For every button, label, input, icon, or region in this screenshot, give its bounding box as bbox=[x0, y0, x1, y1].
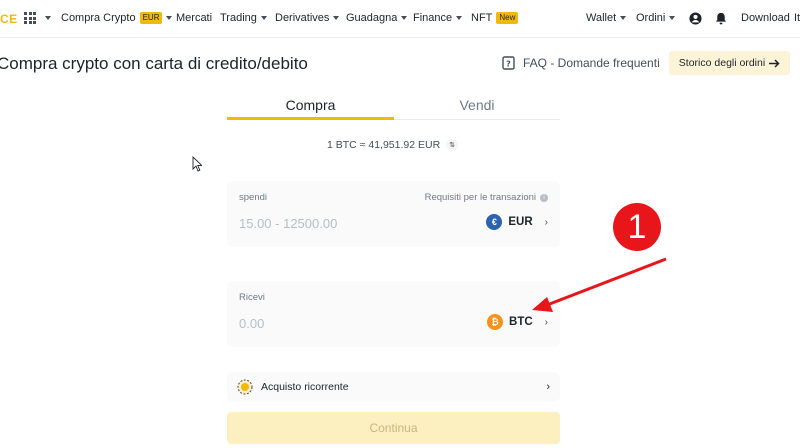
requirements-label: Requisiti per le transazioni bbox=[424, 192, 536, 203]
chevron-right-icon: › bbox=[544, 316, 548, 328]
receive-amount-input[interactable]: 0.00 bbox=[239, 316, 264, 331]
spend-currency-selector[interactable]: € EUR › bbox=[486, 214, 548, 230]
chevron-right-icon: › bbox=[546, 381, 550, 393]
receive-label: Ricevi bbox=[239, 292, 265, 303]
active-tab-indicator bbox=[227, 117, 394, 120]
exchange-rate-text: 1 BTC ≈ 41,951.92 EUR bbox=[327, 139, 441, 151]
wallet-menu[interactable]: Wallet bbox=[586, 12, 627, 24]
nav-item-label: Guadagna bbox=[346, 12, 398, 24]
recurring-purchase-row[interactable]: Acquisto ricorrente › bbox=[227, 372, 560, 402]
faq-link[interactable]: ? FAQ - Domande frequenti bbox=[502, 56, 660, 70]
tab-sell[interactable]: Vendi bbox=[394, 90, 560, 120]
chevron-down-icon bbox=[166, 16, 173, 20]
chevron-down-icon bbox=[45, 16, 51, 20]
nav-item-guadagna[interactable]: Guadagna bbox=[346, 12, 408, 24]
chevron-down-icon bbox=[260, 16, 267, 20]
language-label: It bbox=[794, 12, 800, 24]
bitcoin-coin-icon: ₿ bbox=[487, 314, 504, 330]
nav-item-mercati[interactable]: Mercati bbox=[176, 12, 212, 24]
continue-button[interactable]: Continua bbox=[227, 412, 560, 444]
user-profile-icon[interactable] bbox=[688, 11, 702, 25]
nav-item-derivatives[interactable]: Derivatives bbox=[275, 12, 340, 24]
download-label: Download bbox=[741, 12, 790, 24]
orders-label: Ordini bbox=[636, 12, 666, 24]
brand-logo[interactable]: CE bbox=[0, 12, 18, 26]
nav-item-label: Compra Crypto bbox=[61, 12, 136, 24]
mouse-cursor-icon bbox=[192, 156, 202, 172]
nav-item-label: Derivatives bbox=[275, 12, 330, 24]
page-title: Compra crypto con carta di credito/debit… bbox=[0, 54, 308, 73]
nav-item-label: NFT bbox=[471, 12, 493, 24]
arrow-right-icon bbox=[769, 58, 780, 68]
nav-item-finance[interactable]: Finance bbox=[413, 12, 463, 24]
receive-currency-code: BTC bbox=[509, 316, 533, 328]
bell-icon[interactable] bbox=[714, 11, 728, 25]
transaction-requirements-link[interactable]: Requisiti per le transazioni i bbox=[425, 192, 548, 203]
spend-currency-code: EUR bbox=[508, 216, 533, 228]
euro-coin-icon: € bbox=[486, 214, 503, 230]
chevron-down-icon bbox=[333, 16, 340, 20]
orders-menu[interactable]: Ordini bbox=[636, 12, 676, 24]
swap-rate-icon[interactable]: ⇅ bbox=[446, 139, 459, 151]
language-selector[interactable]: It bbox=[794, 12, 800, 24]
wallet-label: Wallet bbox=[586, 12, 617, 24]
nav-item-label: Finance bbox=[413, 12, 453, 24]
order-history-button[interactable]: Storico degli ordini bbox=[669, 51, 790, 75]
chevron-down-icon bbox=[401, 16, 408, 20]
apps-menu-button[interactable] bbox=[24, 12, 51, 24]
order-history-label: Storico degli ordini bbox=[678, 57, 766, 69]
receive-panel: Ricevi 0.00 ₿ BTC › bbox=[227, 281, 560, 347]
receive-currency-selector[interactable]: ₿ BTC › bbox=[487, 314, 548, 330]
download-link[interactable]: Download bbox=[741, 12, 790, 24]
tab-buy[interactable]: Compra bbox=[227, 90, 394, 120]
nav-item-nft[interactable]: NFT New bbox=[471, 12, 519, 24]
chevron-down-icon bbox=[620, 16, 627, 20]
svg-text:?: ? bbox=[506, 59, 511, 68]
annotation-number-badge: 1 bbox=[613, 203, 661, 251]
spend-label: spendi bbox=[239, 192, 267, 203]
chevron-down-icon bbox=[456, 16, 463, 20]
recurring-purchase-label: Acquisto ricorrente bbox=[261, 381, 349, 393]
chevron-right-icon: › bbox=[544, 216, 548, 228]
nav-item-compra-crypto[interactable]: Compra Crypto EUR bbox=[61, 12, 173, 24]
top-navigation: CE Compra Crypto EUR Mercati Trading Der… bbox=[0, 0, 800, 38]
recurring-clock-icon bbox=[237, 379, 253, 395]
faq-icon: ? bbox=[502, 56, 515, 70]
faq-label: FAQ - Domande frequenti bbox=[523, 56, 660, 70]
spend-panel: spendi Requisiti per le transazioni i 15… bbox=[227, 181, 560, 247]
nav-item-trading[interactable]: Trading bbox=[220, 12, 267, 24]
spend-amount-input[interactable]: 15.00 - 12500.00 bbox=[239, 216, 337, 231]
info-icon: i bbox=[540, 193, 548, 202]
new-badge: New bbox=[496, 12, 519, 24]
grid-icon bbox=[24, 12, 36, 24]
chevron-down-icon bbox=[669, 16, 676, 20]
currency-badge: EUR bbox=[139, 12, 163, 24]
nav-item-label: Mercati bbox=[176, 12, 213, 24]
exchange-rate: 1 BTC ≈ 41,951.92 EUR ⇅ bbox=[327, 139, 459, 151]
nav-item-label: Trading bbox=[220, 12, 257, 24]
tab-divider bbox=[394, 119, 560, 120]
